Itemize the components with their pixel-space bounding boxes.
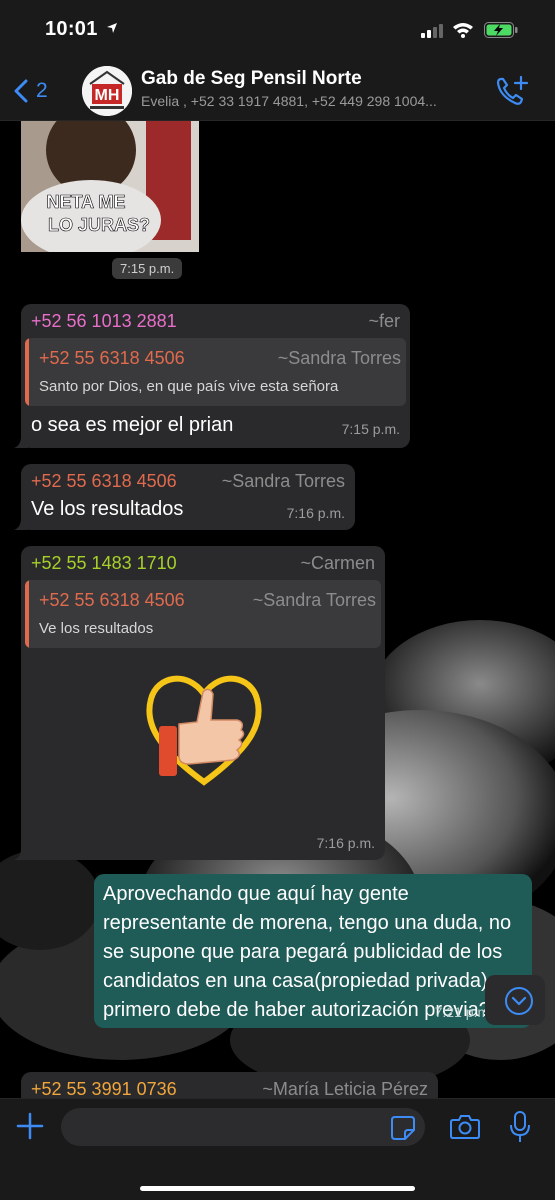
sender-phone[interactable]: +52 55 6318 4506 <box>31 471 177 492</box>
quoted-alias: ~Sandra Torres <box>277 348 401 368</box>
group-title[interactable]: Gab de Seg Pensil Norte <box>141 68 362 90</box>
sticker-icon[interactable] <box>390 1115 416 1141</box>
camera-icon[interactable] <box>449 1113 481 1141</box>
bubble-tail <box>14 518 28 530</box>
add-call-icon[interactable] <box>495 74 529 108</box>
location-arrow-icon <box>107 23 117 33</box>
message-time: 7:16 p.m. <box>286 505 345 521</box>
back-button[interactable]: 2 <box>14 74 48 108</box>
plus-icon[interactable] <box>15 1111 45 1141</box>
message-bubble[interactable]: +52 55 6318 4506 ~Sandra Torres Ve los r… <box>14 464 355 530</box>
message-time: 7:16 p.m. <box>316 835 375 851</box>
message-list[interactable]: NETA ME LO JURAS? 7:15 p.m. +52 56 1013 … <box>0 120 555 1100</box>
message-bubble[interactable]: +52 55 1483 1710 ~Carmen +52 55 6318 450… <box>14 546 385 860</box>
quoted-text: Ve los resultados <box>39 620 154 637</box>
status-bar: 10:01 <box>0 0 555 62</box>
heart-thumbs-up-sticker[interactable] <box>139 664 269 794</box>
composer-bar <box>0 1098 555 1200</box>
home-indicator[interactable] <box>140 1186 415 1191</box>
sender-phone[interactable]: +52 55 1483 1710 <box>31 553 177 574</box>
sender-alias: ~María Leticia Pérez <box>262 1079 428 1099</box>
message-time: 7:15 p.m. <box>112 258 183 279</box>
bubble-tail <box>14 436 28 448</box>
chevron-down-circle-icon <box>505 987 533 1015</box>
message-text: o sea es mejor el prian <box>31 414 234 436</box>
participants-list[interactable]: Evelia , +52 33 1917 4881, +52 449 298 1… <box>141 93 491 109</box>
sender-alias: ~Carmen <box>300 553 375 573</box>
svg-text:MH: MH <box>95 87 120 104</box>
quoted-message[interactable]: +52 55 6318 4506 ~Sandra Torres Ve los r… <box>25 580 381 648</box>
sender-alias: ~Sandra Torres <box>221 471 345 491</box>
quoted-sender: +52 55 6318 4506 <box>39 590 185 610</box>
microphone-icon[interactable] <box>509 1110 531 1144</box>
chat-screen: 10:01 2 MH Gab de Seg Pensil Norte Eveli… <box>0 0 555 1200</box>
quoted-sender: +52 55 6318 4506 <box>39 348 185 368</box>
chevron-left-icon <box>14 79 28 103</box>
wifi-icon <box>453 23 473 38</box>
group-logo: MH <box>82 66 132 116</box>
clock: 10:01 <box>45 18 98 40</box>
quoted-text: Santo por Dios, en que país vive esta se… <box>39 378 339 395</box>
message-text: Ve los resultados <box>31 498 184 520</box>
sticker-image: NETA ME LO JURAS? <box>21 120 199 252</box>
sender-phone[interactable]: +52 55 3991 0736 <box>31 1079 177 1100</box>
svg-text:LO JURAS?: LO JURAS? <box>48 215 150 235</box>
quoted-message[interactable]: +52 55 6318 4506 ~Sandra Torres Santo po… <box>25 338 406 406</box>
message-input[interactable] <box>61 1108 425 1146</box>
message-bubble[interactable]: +52 56 1013 2881 ~fer +52 55 6318 4506 ~… <box>14 304 410 448</box>
chat-header: 2 MH Gab de Seg Pensil Norte Evelia , +5… <box>0 62 555 121</box>
battery-charging-icon <box>484 22 518 38</box>
cellular-signal-icon <box>421 24 443 38</box>
bubble-tail <box>14 848 28 860</box>
scroll-to-bottom-button[interactable] <box>485 975 545 1025</box>
message-time: 7:15 p.m. <box>341 421 400 437</box>
unread-count: 2 <box>36 79 48 102</box>
svg-text:NETA ME: NETA ME <box>47 192 126 212</box>
quote-bar <box>25 338 29 406</box>
message-bubble[interactable]: +52 55 3991 0736 ~María Leticia Pérez <box>21 1072 438 1100</box>
quote-bar <box>25 580 29 648</box>
group-avatar[interactable]: MH <box>82 66 132 116</box>
outgoing-message-bubble[interactable]: Aprovechando que aquí hay gente represen… <box>94 874 532 1028</box>
sender-phone[interactable]: +52 56 1013 2881 <box>31 311 177 332</box>
quoted-alias: ~Sandra Torres <box>252 590 376 610</box>
sender-alias: ~fer <box>368 311 400 331</box>
gif-sticker[interactable]: NETA ME LO JURAS? <box>21 120 199 252</box>
